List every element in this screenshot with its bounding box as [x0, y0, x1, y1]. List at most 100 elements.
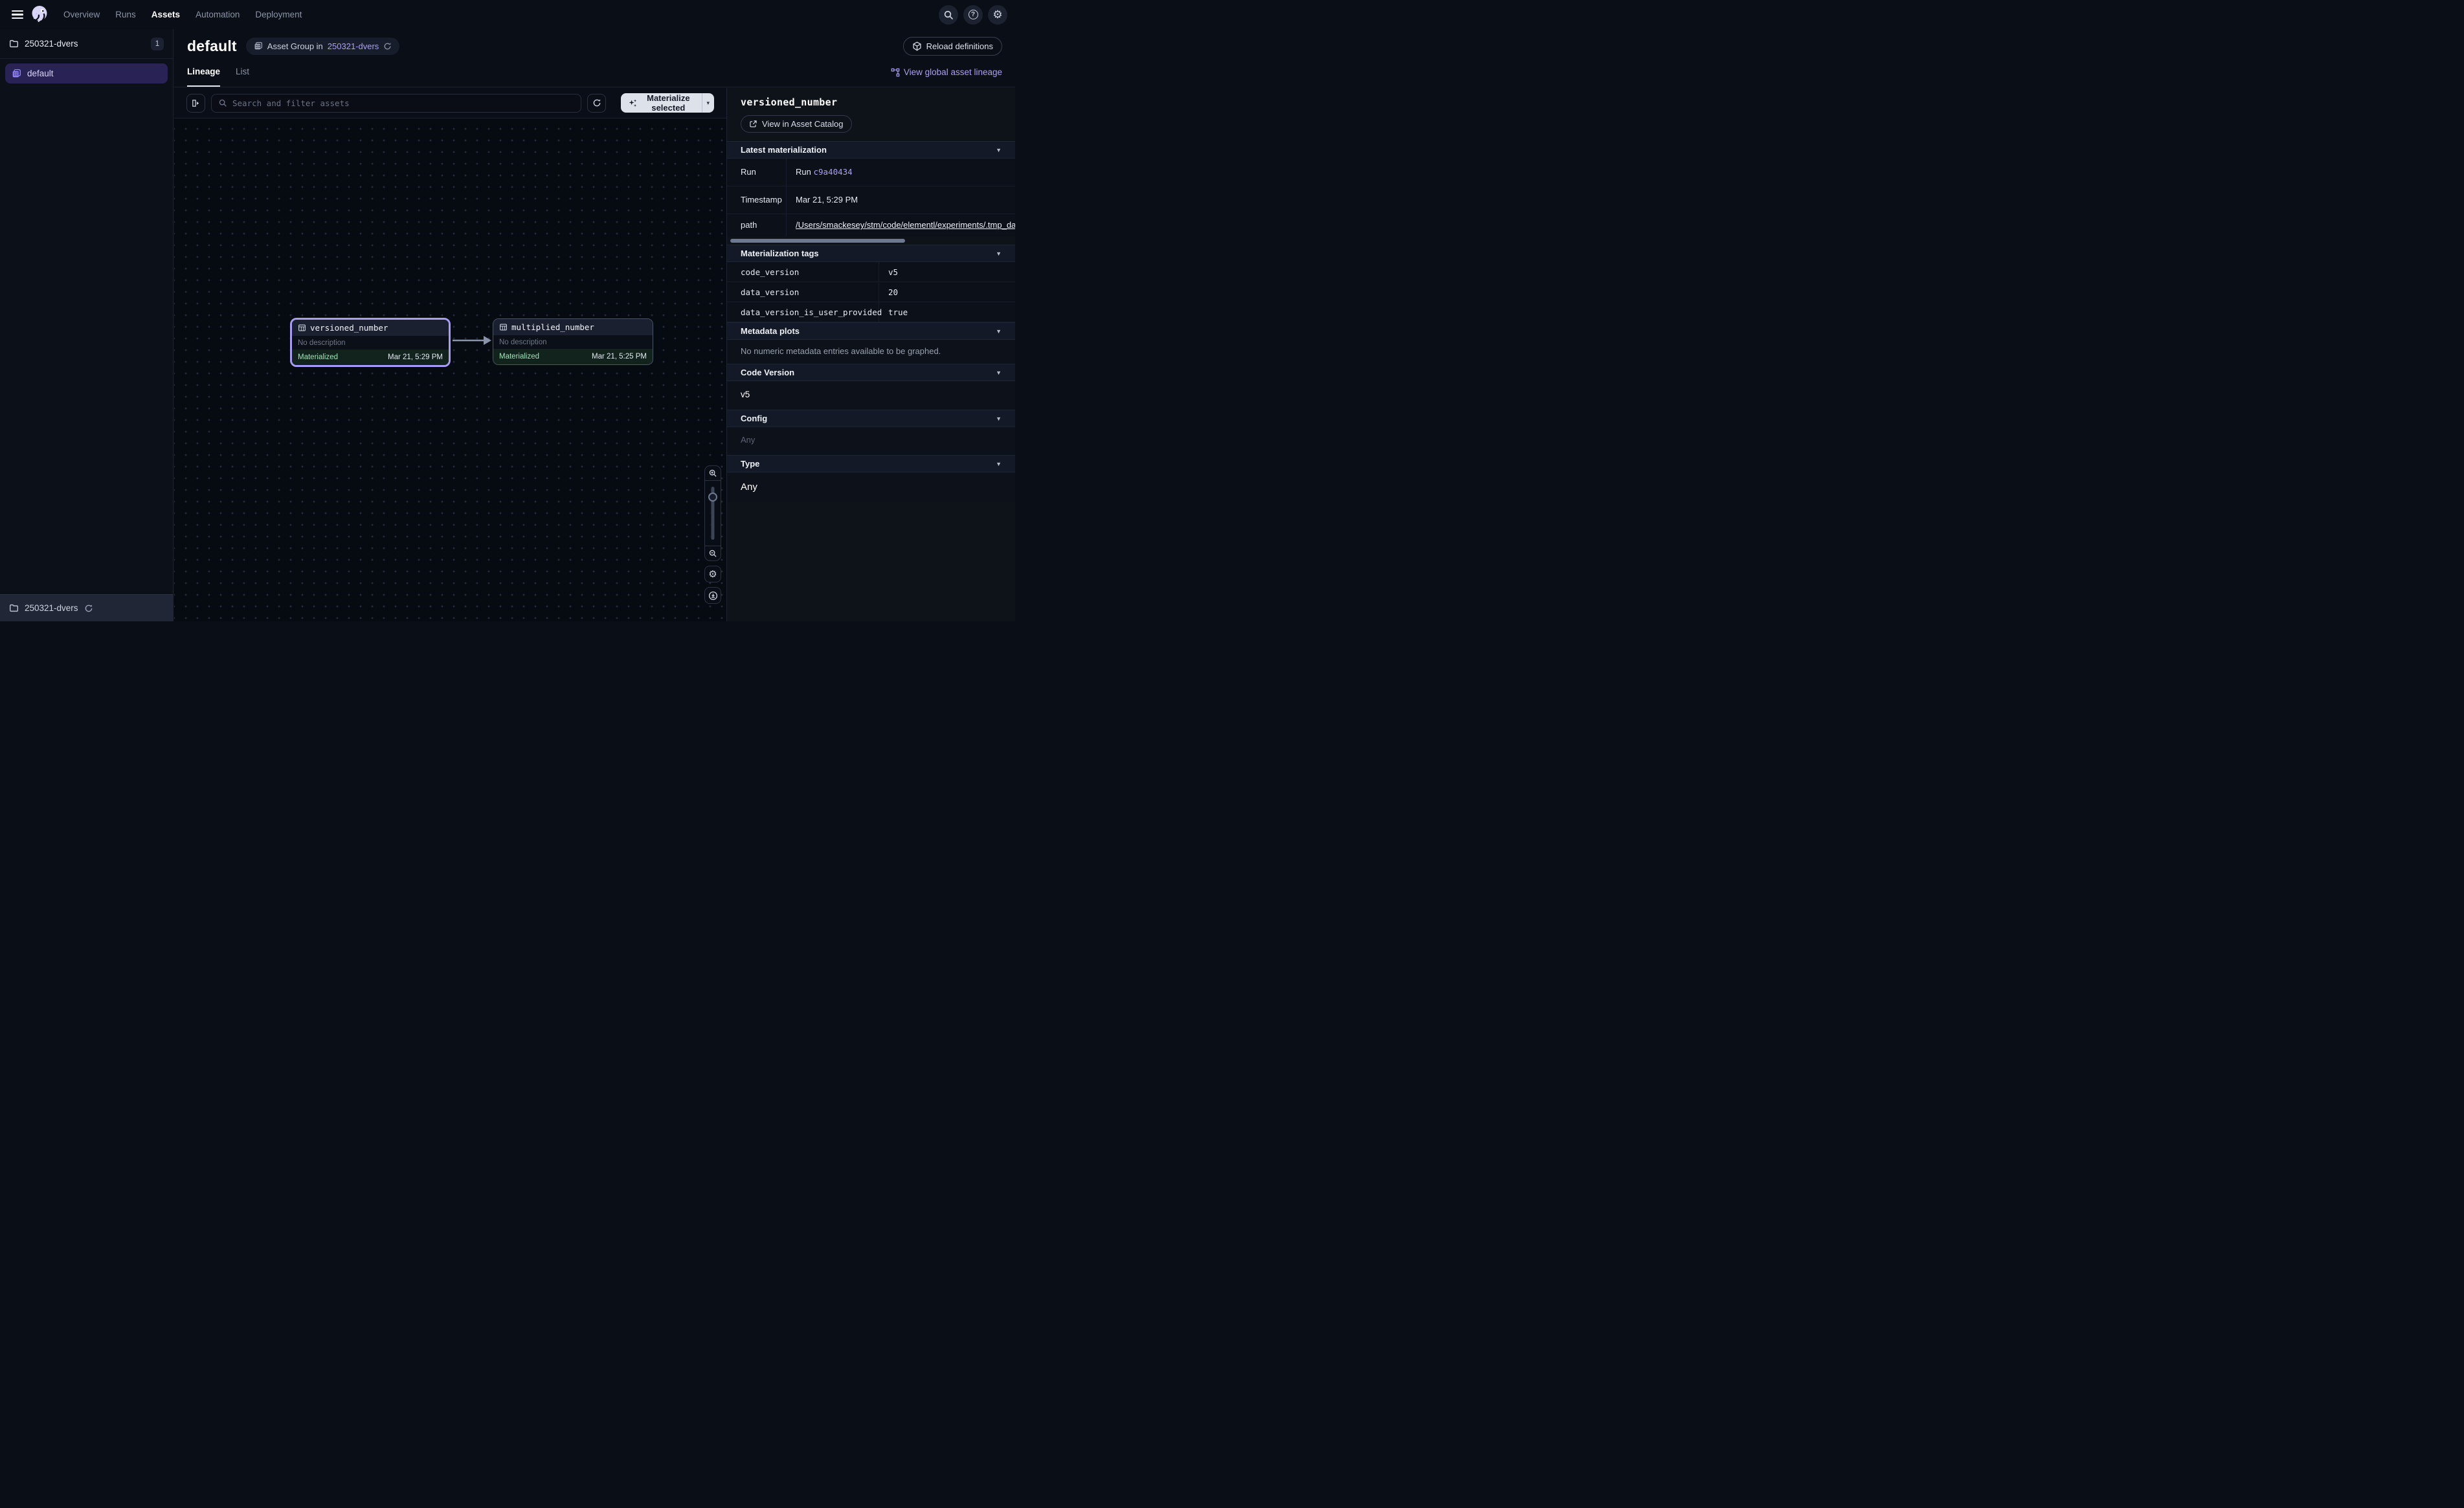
page-title: default: [187, 38, 237, 55]
tab-lineage[interactable]: Lineage: [187, 63, 220, 87]
view-global-asset-lineage-link[interactable]: View global asset lineage: [891, 63, 1002, 77]
zoom-in-icon: [708, 469, 717, 478]
scrollbar-thumb[interactable]: [730, 239, 905, 243]
section-materialization-tags[interactable]: Materialization tags ▼: [727, 245, 1015, 262]
settings-button[interactable]: ⚙: [988, 5, 1007, 25]
section-metadata-plots[interactable]: Metadata plots ▼: [727, 322, 1015, 340]
section-title: Code Version: [741, 368, 794, 377]
tab-lineage-label: Lineage: [187, 67, 220, 76]
materialize-selected-label: Materialize selected: [642, 93, 695, 113]
path-key: path: [727, 214, 787, 236]
badge-group-link[interactable]: 250321-dvers: [328, 41, 379, 51]
sparkle-icon: [628, 98, 638, 108]
asset-node-name: multiplied_number: [511, 322, 594, 332]
latest-timestamp-row: Timestamp Mar 21, 5:29 PM: [727, 186, 1015, 214]
materialize-split-button: Materialize selected ▾: [621, 93, 714, 113]
nav-item-overview[interactable]: Overview: [63, 10, 100, 19]
panel-horizontal-scrollbar[interactable]: [727, 236, 1015, 245]
type-value: Any: [727, 472, 1015, 503]
lineage-edge-arrow: [451, 333, 493, 348]
lineage-canvas[interactable]: versioned_number No description Material…: [174, 118, 726, 621]
code-version-value: v5: [727, 381, 1015, 410]
table-icon: [499, 323, 508, 331]
section-code-version[interactable]: Code Version ▼: [727, 364, 1015, 381]
latest-run-row: Run Run c9a40434: [727, 159, 1015, 186]
chevron-down-icon: ▼: [996, 370, 1002, 376]
main-area: default Asset Group in 250321-dvers Relo…: [174, 29, 1015, 621]
page-header: default Asset Group in 250321-dvers Relo…: [174, 29, 1015, 63]
asset-node-name: versioned_number: [310, 323, 388, 333]
chevron-down-icon: ▼: [996, 147, 1002, 153]
asset-group-icon: [12, 69, 21, 78]
hamburger-menu-icon[interactable]: [8, 5, 27, 25]
open-sidebar-panel-button[interactable]: [186, 94, 205, 113]
nav-item-assets[interactable]: Assets: [151, 10, 180, 19]
timestamp-value: Mar 21, 5:29 PM: [787, 186, 1015, 214]
table-icon: [298, 324, 306, 332]
sidebar-item-label: default: [27, 69, 54, 78]
help-icon: ?: [969, 10, 978, 19]
section-title: Metadata plots: [741, 326, 800, 336]
section-title: Config: [741, 414, 767, 423]
materialize-selected-button[interactable]: Materialize selected: [621, 93, 702, 113]
external-link-icon: [749, 120, 757, 128]
tag-key: data_version_is_user_provided: [727, 302, 879, 322]
asset-node-multiplied-number[interactable]: multiplied_number No description Materia…: [493, 318, 653, 365]
help-button[interactable]: ?: [963, 5, 983, 25]
tag-key: code_version: [727, 262, 879, 282]
path-link[interactable]: /Users/smackesey/stm/code/elementl/exper…: [796, 220, 1015, 230]
sidebar-group-250321-dvers[interactable]: 250321-dvers 1: [0, 29, 173, 59]
folder-icon: [9, 39, 19, 49]
search-icon: [218, 98, 227, 107]
graph-settings-button[interactable]: ⚙: [704, 566, 721, 582]
section-latest-materialization[interactable]: Latest materialization ▼: [727, 141, 1015, 159]
download-icon: [708, 591, 718, 601]
dagster-logo-icon: [30, 5, 50, 25]
asset-node-description: No description: [493, 335, 653, 349]
reload-definitions-button[interactable]: Reload definitions: [903, 37, 1002, 56]
search-input[interactable]: [232, 98, 574, 108]
top-nav: Overview Runs Assets Automation Deployme…: [0, 0, 1015, 29]
latest-path-row: path /Users/smackesey/stm/code/elementl/…: [727, 214, 1015, 236]
badge-text: Asset Group in: [267, 41, 323, 51]
search-icon: [943, 10, 954, 20]
nav-item-runs[interactable]: Runs: [115, 10, 136, 19]
section-title: Materialization tags: [741, 249, 819, 258]
zoom-out-button[interactable]: [705, 546, 721, 560]
run-prefix: Run: [796, 167, 813, 177]
tag-value: 20: [879, 287, 898, 297]
refresh-icon[interactable]: [84, 604, 93, 613]
refresh-graph-button[interactable]: [587, 94, 606, 113]
materialize-dropdown-button[interactable]: ▾: [702, 93, 714, 113]
tab-list[interactable]: List: [236, 63, 249, 87]
materialized-timestamp: Mar 21, 5:25 PM: [592, 353, 647, 360]
asset-node-description: No description: [292, 336, 449, 349]
tabs-row: Lineage List View global asset lineage: [174, 63, 1015, 87]
search-button[interactable]: [939, 5, 958, 25]
asset-node-status-bar: Materialized Mar 21, 5:25 PM: [493, 349, 653, 364]
view-in-asset-catalog-button[interactable]: View in Asset Catalog: [741, 115, 852, 133]
section-type[interactable]: Type ▼: [727, 455, 1015, 472]
run-id-link[interactable]: c9a40434: [813, 167, 852, 177]
zoom-in-button[interactable]: [705, 466, 721, 481]
zoom-slider[interactable]: [705, 481, 721, 546]
asset-details-title: versioned_number: [741, 96, 1002, 108]
refresh-icon[interactable]: [383, 42, 392, 50]
asset-node-versioned-number[interactable]: versioned_number No description Material…: [290, 318, 451, 367]
section-config[interactable]: Config ▼: [727, 410, 1015, 427]
download-graph-button[interactable]: [704, 587, 721, 604]
tab-list-label: List: [236, 67, 249, 76]
nav-item-deployment[interactable]: Deployment: [255, 10, 302, 19]
view-global-asset-lineage-label: View global asset lineage: [904, 67, 1002, 77]
sidebar-group-count-badge: 1: [151, 38, 164, 50]
asset-details-panel: versioned_number View in Asset Catalog L…: [726, 88, 1015, 621]
config-value: Any: [727, 427, 1015, 455]
sidebar-footer[interactable]: 250321-dvers: [0, 594, 173, 621]
asset-search-box: [211, 94, 581, 113]
nav-item-automation[interactable]: Automation: [196, 10, 240, 19]
folder-icon: [9, 603, 19, 613]
sidebar-group-label: 250321-dvers: [25, 39, 78, 49]
sidebar-item-default[interactable]: default: [5, 63, 168, 83]
zoom-slider-thumb[interactable]: [708, 493, 717, 502]
materialized-timestamp: Mar 21, 5:29 PM: [388, 353, 443, 361]
